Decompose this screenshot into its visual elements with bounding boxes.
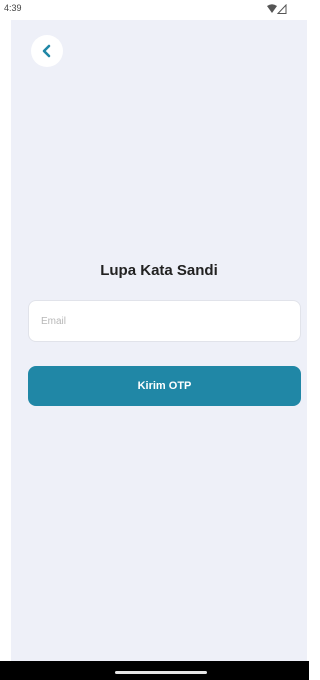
home-indicator[interactable] bbox=[115, 671, 207, 674]
system-navigation-bar bbox=[0, 661, 309, 680]
email-input[interactable] bbox=[28, 300, 301, 342]
status-time: 4:39 bbox=[4, 3, 22, 13]
forgot-password-screen: 4:39 Lupa Kata Sandi Kirim OTP bbox=[0, 0, 309, 680]
wifi-icon bbox=[267, 4, 277, 13]
chevron-left-icon bbox=[42, 44, 51, 58]
page-title: Lupa Kata Sandi bbox=[100, 262, 218, 279]
back-button[interactable] bbox=[31, 35, 63, 67]
signal-icon bbox=[276, 4, 287, 14]
status-icons bbox=[267, 4, 287, 14]
main-content: Lupa Kata Sandi Kirim OTP bbox=[11, 20, 307, 661]
send-otp-button[interactable]: Kirim OTP bbox=[28, 366, 301, 406]
status-bar: 4:39 bbox=[0, 0, 309, 20]
